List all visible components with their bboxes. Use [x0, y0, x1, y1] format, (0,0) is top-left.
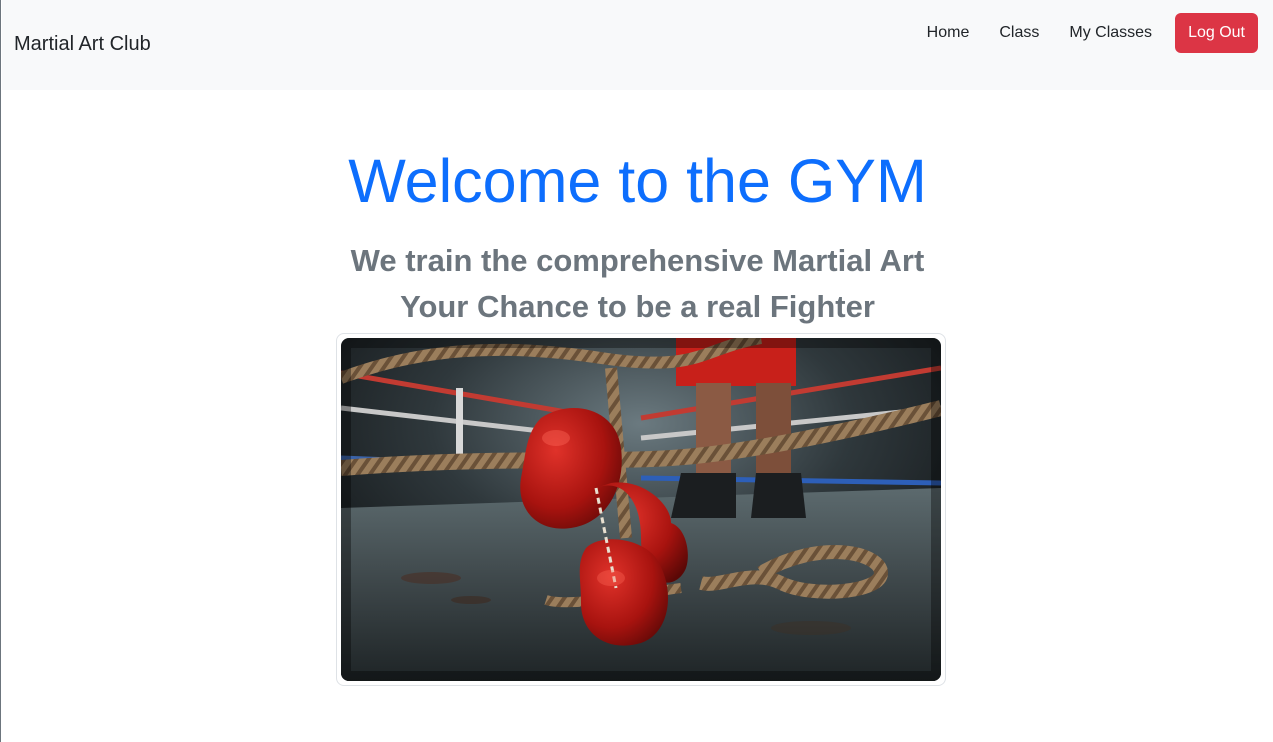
nav-home-link[interactable]: Home	[912, 13, 985, 53]
nav-class-link[interactable]: Class	[984, 13, 1054, 53]
subtitle-line-2: Your Chance to be a real Fighter	[400, 289, 875, 324]
logout-button[interactable]: Log Out	[1175, 13, 1258, 53]
navbar: Martial Art Club Home Class My Classes L…	[2, 0, 1273, 90]
nav-links: Home Class My Classes Log Out	[912, 13, 1258, 53]
nav-my-classes-link[interactable]: My Classes	[1054, 13, 1167, 53]
hero-image-frame	[336, 333, 946, 686]
brand-link[interactable]: Martial Art Club	[14, 31, 151, 57]
boxing-gloves-ring-image	[341, 338, 941, 681]
page-title: Welcome to the GYM	[348, 147, 927, 215]
page: Martial Art Club Home Class My Classes L…	[0, 0, 1273, 742]
subtitle-line-1: We train the comprehensive Martial Art	[350, 243, 925, 278]
